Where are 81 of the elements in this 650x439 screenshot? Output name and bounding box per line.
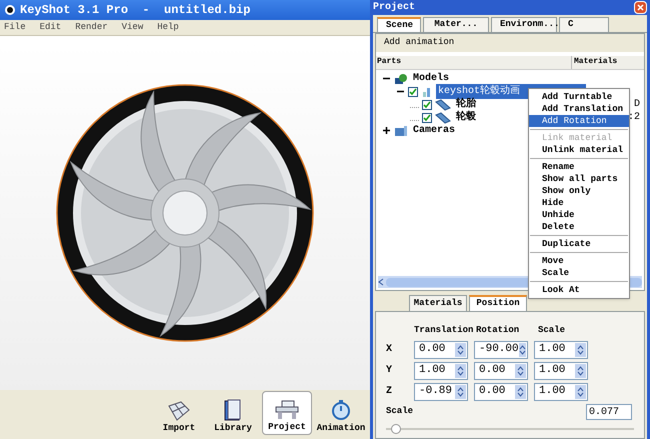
window-title: KeyShot 3.1 Pro - untitled.bip xyxy=(20,2,250,19)
toolbar-button[interactable]: Import xyxy=(154,391,204,435)
tree-item[interactable]: 轮胎 xyxy=(454,97,478,112)
column-label: Scale xyxy=(538,324,566,337)
tab[interactable]: Environm... xyxy=(491,17,557,32)
material-name: :2 xyxy=(628,111,641,125)
menu-item[interactable]: Edit xyxy=(40,20,62,34)
checkbox[interactable] xyxy=(408,86,418,96)
tab[interactable]: Scene xyxy=(377,17,421,32)
spin-arrows-icon xyxy=(518,342,526,356)
number-spinner[interactable]: 1.00 xyxy=(534,340,588,358)
tree-item[interactable]: 轮毂 xyxy=(454,110,478,125)
number-spinner[interactable]: 1.00 xyxy=(534,382,588,400)
scale-field[interactable]: 0.077 xyxy=(586,404,632,420)
spin-arrows-icon xyxy=(515,364,526,378)
grid-sheet-icon xyxy=(167,400,191,422)
menu-item[interactable]: Unhide xyxy=(529,209,629,221)
camera-icon xyxy=(394,124,408,136)
menu-item[interactable]: Rename xyxy=(529,161,629,173)
expand-icon[interactable] xyxy=(382,126,391,135)
scale-label: Scale xyxy=(386,404,414,418)
checkbox[interactable] xyxy=(422,112,432,122)
menu-item[interactable]: Help xyxy=(157,20,179,34)
spin-arrows-icon xyxy=(575,364,586,378)
menu-item[interactable]: File xyxy=(4,20,26,34)
axis-label: Y xyxy=(386,364,394,378)
spin-arrows-icon xyxy=(575,384,586,398)
column-header[interactable]: Materials xyxy=(572,56,644,69)
menu-item[interactable]: Hide xyxy=(529,197,629,209)
menu-item[interactable]: Duplicate xyxy=(529,238,629,250)
menu-item[interactable]: Render xyxy=(75,20,108,34)
menu-item[interactable]: Add Rotation xyxy=(529,115,629,127)
axis-label: X xyxy=(386,343,394,357)
number-spinner[interactable]: -90.00 xyxy=(474,340,528,358)
spin-arrows-icon xyxy=(575,342,586,356)
number-spinner[interactable]: 0.00 xyxy=(474,382,528,400)
menu-item[interactable]: Delete xyxy=(529,221,629,233)
menu-item[interactable]: View xyxy=(122,20,144,34)
tab[interactable]: Position xyxy=(469,295,527,311)
menu-item[interactable]: Look At xyxy=(529,284,629,296)
spin-arrows-icon xyxy=(455,342,466,356)
tab[interactable]: C xyxy=(559,17,609,32)
toolbar-button[interactable]: Library xyxy=(208,391,258,435)
number-spinner[interactable]: 1.00 xyxy=(534,362,588,380)
number-spinner[interactable]: -0.89 xyxy=(414,382,468,400)
model-icon xyxy=(421,86,433,98)
number-spinner[interactable]: 0.00 xyxy=(474,362,528,380)
tree-item[interactable]: Models xyxy=(411,71,452,86)
part-icon xyxy=(435,112,451,124)
tab[interactable]: Materials xyxy=(409,295,467,311)
spin-arrows-icon xyxy=(455,364,466,378)
axis-label: Z xyxy=(386,385,394,399)
slider-thumb[interactable] xyxy=(390,424,401,434)
menu-item[interactable]: Show all parts xyxy=(529,173,629,185)
number-spinner[interactable]: 0.00 xyxy=(414,340,468,358)
spin-arrows-icon xyxy=(455,384,466,398)
material-name: D xyxy=(634,98,641,112)
scroll-left-icon xyxy=(378,278,384,286)
desk-icon xyxy=(274,398,300,420)
column-header[interactable]: Parts xyxy=(376,56,572,69)
spin-arrows-icon xyxy=(515,384,526,398)
menu-item[interactable]: Scale xyxy=(529,267,629,279)
tree-item[interactable]: Cameras xyxy=(411,123,458,138)
toolbar-button[interactable]: Project xyxy=(262,391,312,435)
scale-slider[interactable] xyxy=(386,424,634,434)
menu-item[interactable]: Unlink material xyxy=(529,144,629,156)
menu-item[interactable]: Show only xyxy=(529,185,629,197)
number-spinner[interactable]: 1.00 xyxy=(414,362,468,380)
tab[interactable]: Mater... xyxy=(423,17,489,32)
part-icon xyxy=(435,98,451,110)
app-icon xyxy=(4,4,16,16)
close-icon xyxy=(637,4,644,11)
checkbox[interactable] xyxy=(422,100,432,110)
toolbar-button[interactable]: Animation xyxy=(316,391,366,435)
close-button[interactable] xyxy=(634,1,647,14)
menu-item[interactable]: Move xyxy=(529,255,629,267)
models-icon xyxy=(394,72,408,84)
panel-title: Project xyxy=(373,0,416,15)
stopwatch-icon xyxy=(329,398,353,422)
menu-item[interactable]: Add Translation xyxy=(529,103,629,115)
column-label: Rotation xyxy=(476,324,520,337)
